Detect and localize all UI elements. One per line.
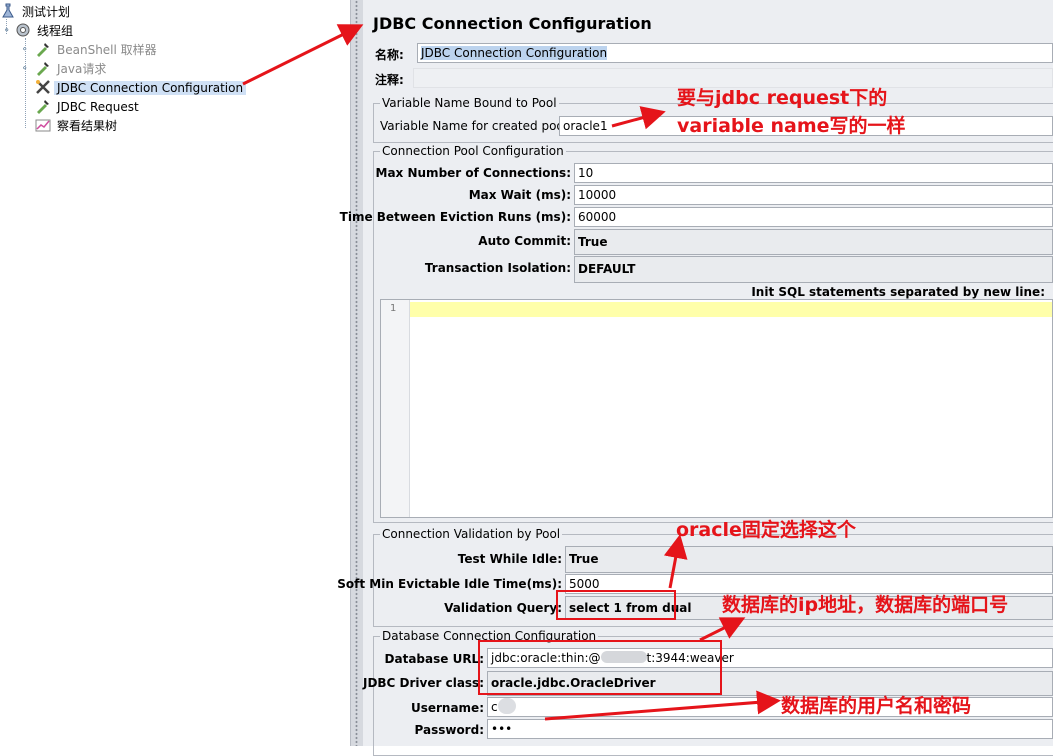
current-line-highlight xyxy=(410,302,1052,317)
transaction-isolation-select[interactable]: DEFAULT xyxy=(574,256,1053,283)
test-while-idle-label: Test While Idle: xyxy=(457,552,562,566)
sampler-pipette-icon xyxy=(37,43,49,57)
driver-class-label: JDBC Driver class: xyxy=(362,676,484,690)
annotation-url-note: 数据库的ip地址，数据库的端口号 xyxy=(722,594,1009,616)
variable-group-title: Variable Name Bound to Pool xyxy=(380,96,559,110)
variable-name-label: Variable Name for created pool: xyxy=(380,119,572,133)
annotation-box-url-driver xyxy=(478,640,722,695)
annotation-variable-note-1: 要与jdbc request下的 xyxy=(677,87,888,109)
sampler-pipette-icon xyxy=(37,62,49,76)
pane-splitter[interactable] xyxy=(350,0,364,746)
username-label: Username: xyxy=(410,701,484,715)
tree-item-label: JDBC Request xyxy=(57,100,139,114)
max-wait-label: Max Wait (ms): xyxy=(468,188,571,202)
tree-item-label: 测试计划 xyxy=(22,5,71,19)
eviction-runs-label: Time Between Eviction Runs (ms): xyxy=(339,210,571,224)
tree-item-view-results-tree[interactable]: 察看结果树 xyxy=(35,117,120,136)
max-wait-input[interactable]: 10000 xyxy=(574,185,1053,205)
splitter-grip xyxy=(355,0,358,746)
soft-min-idle-label: Soft Min Evictable Idle Time(ms): xyxy=(337,577,562,591)
tree-item-beanshell-sampler[interactable]: BeanShell 取样器 xyxy=(35,41,160,60)
test-plan-icon xyxy=(2,3,14,18)
validation-query-label: Validation Query: xyxy=(444,601,562,615)
line-number-gutter: 1 xyxy=(381,300,410,517)
tree-item-label: BeanShell 取样器 xyxy=(57,43,157,57)
line-number: 1 xyxy=(390,303,397,314)
annotation-variable-note-2: variable name写的一样 xyxy=(677,115,906,137)
tree-item-jdbc-request[interactable]: JDBC Request xyxy=(35,98,142,117)
auto-commit-label: Auto Commit: xyxy=(478,234,571,248)
username-value: c xyxy=(491,700,498,714)
tree-item-label: 察看结果树 xyxy=(57,119,118,133)
password-label: Password: xyxy=(414,723,485,737)
pool-group-title: Connection Pool Configuration xyxy=(380,144,566,158)
database-url-label: Database URL: xyxy=(384,652,484,666)
tree-line xyxy=(25,38,27,128)
max-connections-label: Max Number of Connections: xyxy=(375,166,571,180)
eviction-runs-input[interactable]: 60000 xyxy=(574,207,1053,227)
password-input[interactable]: ••• xyxy=(487,719,1053,739)
name-label: 名称: xyxy=(375,48,404,62)
annotation-oracle-note: oracle固定选择这个 xyxy=(676,519,856,541)
tree-item-label: JDBC Connection Configuration xyxy=(54,81,247,95)
max-connections-input[interactable]: 10 xyxy=(574,163,1053,183)
name-field[interactable]: JDBC Connection Configuration xyxy=(417,43,1053,63)
validation-group-title: Connection Validation by Pool xyxy=(380,527,563,541)
sampler-pipette-icon xyxy=(37,100,49,114)
auto-commit-select[interactable]: True xyxy=(574,229,1053,255)
tree-item-jdbc-connection-config[interactable]: JDBC Connection Configuration xyxy=(35,79,247,98)
tree-item-label: 线程组 xyxy=(37,24,74,38)
config-wrench-icon xyxy=(36,80,50,94)
transaction-isolation-label: Transaction Isolation: xyxy=(424,261,571,275)
name-field-value: JDBC Connection Configuration xyxy=(421,46,608,60)
comment-label: 注释: xyxy=(375,73,404,87)
init-sql-label: Init SQL statements separated by new lin… xyxy=(751,285,1045,299)
tree-item-test-plan[interactable]: 测试计划 xyxy=(0,3,73,22)
test-while-idle-select[interactable]: True xyxy=(565,546,1053,573)
tree-item-java-request[interactable]: Java请求 xyxy=(35,60,109,79)
page-title: JDBC Connection Configuration xyxy=(373,14,652,33)
annotation-box-validation-query xyxy=(556,590,676,620)
tree-item-label: Java请求 xyxy=(57,62,107,76)
annotation-credentials-note: 数据库的用户名和密码 xyxy=(781,695,972,717)
init-sql-editor[interactable]: 1 xyxy=(380,299,1053,518)
redacted-username xyxy=(497,698,516,714)
test-plan-tree: 测试计划 ⚬ 线程组 ⚬ BeanShell 取样器 ⚬ Java请求 JDBC… xyxy=(0,0,350,746)
tree-line xyxy=(6,19,8,34)
thread-group-gear-icon xyxy=(16,23,30,37)
listener-chart-icon xyxy=(35,119,51,132)
